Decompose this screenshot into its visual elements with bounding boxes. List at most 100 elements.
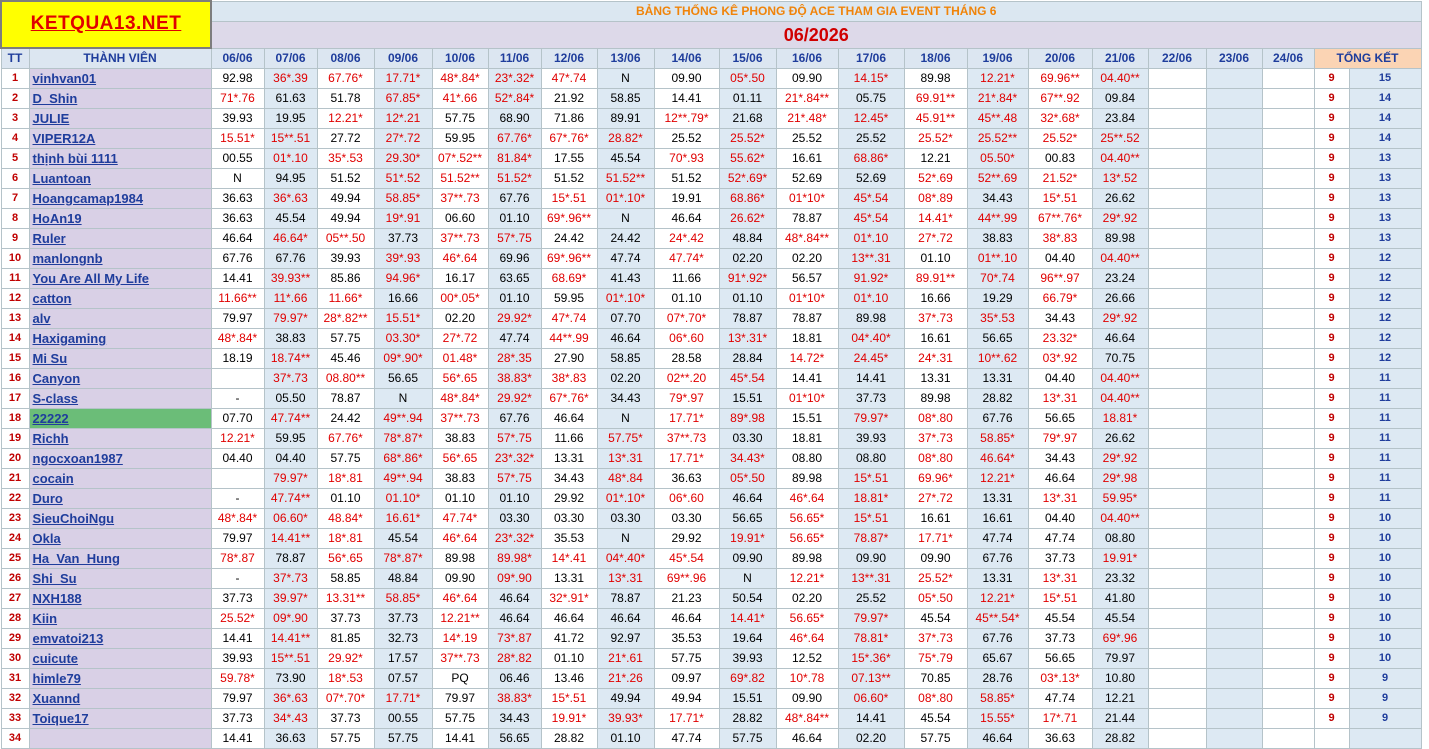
score-cell[interactable]: N [596,208,655,229]
score-cell[interactable] [1261,168,1315,189]
score-cell[interactable] [1261,608,1315,629]
score-cell[interactable]: 49**.94 [373,408,433,429]
score-cell[interactable]: 45*.54 [718,368,777,389]
score-cell[interactable]: 70*.93 [653,148,720,169]
score-cell[interactable]: 04.40** [1091,388,1149,409]
score-cell[interactable]: 91*.92* [718,268,777,289]
score-cell[interactable]: 10**.62 [966,348,1029,369]
score-cell[interactable] [1147,128,1207,149]
score-cell[interactable] [1205,468,1263,489]
score-cell[interactable] [1205,408,1263,429]
score-cell[interactable]: 69.91** [903,88,968,109]
score-cell[interactable]: 56.65 [718,508,777,529]
score-cell[interactable]: 18.74** [263,348,318,369]
member-name[interactable]: Kiin [28,608,212,629]
score-cell[interactable]: 07*.70* [316,688,375,709]
member-name[interactable]: Duro [28,488,212,509]
score-cell[interactable] [1261,468,1315,489]
score-cell[interactable]: 13*.31 [1027,388,1093,409]
total-score[interactable]: 10 [1348,548,1422,569]
score-cell[interactable]: 27*.72 [431,328,489,349]
score-cell[interactable]: 01*10* [775,188,839,209]
score-cell[interactable]: 02.20 [837,728,905,749]
score-cell[interactable]: 35.53 [653,628,720,649]
score-cell[interactable] [1205,588,1263,609]
score-cell[interactable]: 37**.73 [431,188,489,209]
score-cell[interactable] [1205,508,1263,529]
score-cell[interactable]: 25.52** [966,128,1029,149]
score-cell[interactable]: 58.85* [966,428,1029,449]
total-count[interactable]: 9 [1313,688,1350,709]
score-cell[interactable] [1261,728,1315,749]
score-cell[interactable]: 13**.31 [837,248,905,269]
score-cell[interactable]: 45.54 [903,608,968,629]
score-cell[interactable]: 34.43 [1027,308,1093,329]
score-cell[interactable]: 46.64* [966,448,1029,469]
score-cell[interactable]: 78.87 [775,208,839,229]
score-cell[interactable]: 17.55 [540,148,598,169]
total-count[interactable]: 9 [1313,628,1350,649]
member-name[interactable]: thịnh bùi 1111 [28,148,212,169]
score-cell[interactable]: 67.76* [316,428,375,449]
total-count[interactable]: 9 [1313,248,1350,269]
member-name[interactable]: manlongnb [28,248,212,269]
total-count[interactable]: 9 [1313,348,1350,369]
score-cell[interactable]: 26.62* [718,208,777,229]
score-cell[interactable]: 52.69 [775,168,839,189]
score-cell[interactable]: 00.55 [210,148,265,169]
score-cell[interactable]: 68.90 [487,108,542,129]
score-cell[interactable]: N [596,528,655,549]
score-cell[interactable]: - [210,568,265,589]
score-cell[interactable]: 39.93 [210,648,265,669]
score-cell[interactable] [1205,628,1263,649]
score-cell[interactable]: 45.46 [316,348,375,369]
score-cell[interactable]: 28*.35 [487,348,542,369]
score-cell[interactable]: 02.20 [431,308,489,329]
score-cell[interactable]: 46.64 [966,728,1029,749]
score-cell[interactable]: 70.75 [1091,348,1149,369]
score-cell[interactable]: 46*.64 [431,248,489,269]
score-cell[interactable]: 47.74** [263,408,318,429]
score-cell[interactable]: 01.10 [487,288,542,309]
score-cell[interactable]: 03.30 [487,508,542,529]
score-cell[interactable]: 47.74* [431,508,489,529]
score-cell[interactable]: 28.58 [653,348,720,369]
total-count[interactable]: 9 [1313,448,1350,469]
score-cell[interactable]: 14.41** [263,628,318,649]
score-cell[interactable] [1147,708,1207,729]
score-cell[interactable]: 67.76* [316,68,375,89]
score-cell[interactable]: 39.93 [210,108,265,129]
score-cell[interactable]: 08*.89 [903,188,968,209]
score-cell[interactable]: 56*.65 [316,548,375,569]
score-cell[interactable]: 66.79* [1027,288,1093,309]
score-cell[interactable]: 15.51 [718,688,777,709]
score-cell[interactable] [1147,688,1207,709]
score-cell[interactable]: 29.30* [373,148,433,169]
member-name[interactable]: 22222 [28,408,212,429]
score-cell[interactable]: 36*.63 [263,688,318,709]
score-cell[interactable]: 47.74 [653,728,720,749]
score-cell[interactable]: 01.10 [653,288,720,309]
member-name[interactable]: Haxigaming [28,328,212,349]
score-cell[interactable]: 96**.97 [1027,268,1093,289]
score-cell[interactable]: 09.97 [653,668,720,689]
score-cell[interactable] [1205,328,1263,349]
score-cell[interactable] [1147,588,1207,609]
score-cell[interactable]: 45**.54* [966,608,1029,629]
score-cell[interactable]: 58.85* [966,688,1029,709]
score-cell[interactable]: 04.40 [1027,368,1093,389]
score-cell[interactable]: - [210,388,265,409]
total-count[interactable]: 9 [1313,408,1350,429]
score-cell[interactable]: 89.98 [775,548,839,569]
score-cell[interactable]: 49.94 [653,688,720,709]
total-count[interactable]: 9 [1313,188,1350,209]
score-cell[interactable]: 05.50* [966,148,1029,169]
score-cell[interactable]: 17.71* [373,688,433,709]
total-score[interactable]: 14 [1348,108,1422,129]
score-cell[interactable]: 14.41 [210,268,265,289]
score-cell[interactable]: 52*.84* [487,88,542,109]
member-name[interactable]: Toique17 [28,708,212,729]
score-cell[interactable] [1147,268,1207,289]
score-cell[interactable]: 09.90 [837,548,905,569]
score-cell[interactable]: 79.97* [837,408,905,429]
